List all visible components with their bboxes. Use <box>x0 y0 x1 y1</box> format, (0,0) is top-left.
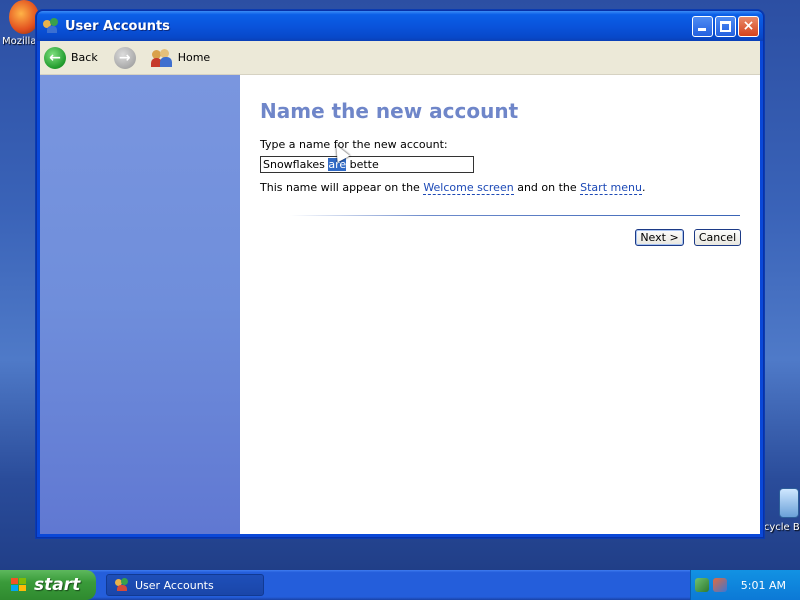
recycle-bin-icon <box>779 488 799 518</box>
back-arrow-icon: ← <box>44 46 66 69</box>
account-name-input[interactable]: Snowflakes are bette <box>260 156 474 173</box>
window-content: Name the new account Type a name for the… <box>40 75 760 534</box>
navigation-toolbar: ← Back → Home <box>40 41 760 75</box>
back-button[interactable]: ← Back <box>44 46 98 69</box>
close-icon: × <box>742 17 755 34</box>
mozilla-icon <box>9 0 39 34</box>
info-suffix: . <box>641 181 646 194</box>
user-accounts-icon <box>43 18 59 34</box>
start-button[interactable]: start <box>0 570 96 600</box>
main-pane: Name the new account Type a name for the… <box>240 75 760 534</box>
desktop-icon-recycle-bin[interactable]: Recycle Bin <box>751 488 800 533</box>
back-button-label: Back <box>71 51 98 64</box>
taskbar: start User Accounts 5:01 AM <box>0 570 800 600</box>
network-icon[interactable] <box>694 578 709 592</box>
info-text: This name will appear on the Welcome scr… <box>260 181 646 195</box>
minimize-button[interactable] <box>692 15 713 37</box>
user-accounts-window: User Accounts × ← Back → Home Name the n… <box>36 10 764 538</box>
home-button[interactable]: Home <box>150 48 211 68</box>
input-text-before: Snowflakes <box>263 158 329 171</box>
info-middle: and on the <box>513 181 581 194</box>
close-button[interactable]: × <box>738 15 759 37</box>
cancel-button[interactable]: Cancel <box>694 229 741 246</box>
forward-button[interactable]: → <box>108 46 141 69</box>
start-menu-link[interactable]: Start menu <box>580 181 642 195</box>
taskbar-item-user-accounts[interactable]: User Accounts <box>106 574 264 596</box>
maximize-button[interactable] <box>715 15 736 37</box>
security-center-icon[interactable] <box>712 578 727 592</box>
window-title: User Accounts <box>65 18 170 34</box>
user-accounts-icon <box>115 578 129 592</box>
user-accounts-home-icon <box>150 48 173 68</box>
info-prefix: This name will appear on the <box>260 181 424 194</box>
divider <box>290 215 740 216</box>
window-titlebar[interactable]: User Accounts × <box>37 11 763 41</box>
home-button-label: Home <box>177 51 211 64</box>
start-label: start <box>34 575 81 595</box>
welcome-screen-link[interactable]: Welcome screen <box>423 181 514 195</box>
forward-arrow-icon: → <box>113 46 136 69</box>
page-title: Name the new account <box>260 99 519 123</box>
system-tray: 5:01 AM <box>690 570 800 600</box>
minimize-icon <box>698 27 706 31</box>
clock[interactable]: 5:01 AM <box>741 579 786 592</box>
account-name-label: Type a name for the new account: <box>260 138 448 151</box>
maximize-icon <box>720 20 731 32</box>
input-text-after: bette <box>346 158 379 171</box>
task-pane <box>40 75 240 534</box>
next-button[interactable]: Next > <box>635 229 684 246</box>
taskbar-item-label: User Accounts <box>135 578 214 592</box>
windows-logo-icon <box>10 577 28 593</box>
